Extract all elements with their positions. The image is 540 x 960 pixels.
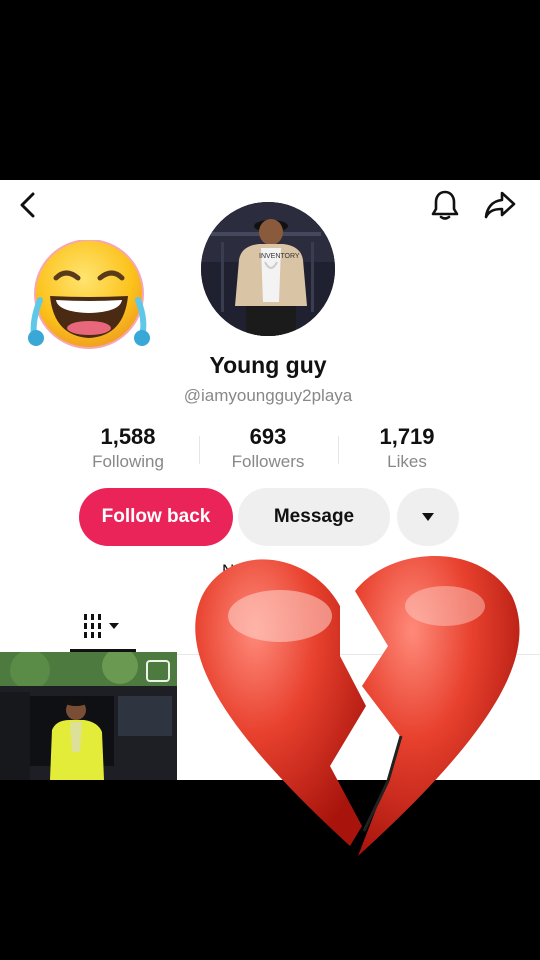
message-button[interactable]: Message [238,488,390,546]
share-button[interactable] [480,186,520,224]
stat-following[interactable]: 1,588 Following [58,424,198,472]
profile-avatar[interactable]: INVENTORY [201,202,335,336]
bell-icon [431,190,459,220]
grid-icon [84,614,119,638]
more-options-button[interactable] [397,488,459,546]
notification-bell-button[interactable] [426,186,464,224]
video-thumbnail[interactable] [0,652,177,780]
laughing-crying-emoji-overlay [28,240,150,349]
stat-followers-value: 693 [249,424,287,449]
avatar-shirt-text: INVENTORY [259,253,300,260]
caret-down-icon [422,513,434,521]
avatar-photo: INVENTORY [201,202,335,336]
stat-followers[interactable]: 693 Followers [198,424,338,472]
back-arrow-icon [20,192,35,218]
stat-likes[interactable]: 1,719 Likes [337,424,477,472]
stat-likes-label: Likes [387,452,427,471]
profile-name: Young guy [209,352,327,378]
follow-back-button[interactable]: Follow back [79,488,233,546]
share-icon [484,191,516,219]
profile-handle: @iamyoungguy2playa [183,386,353,405]
back-button[interactable] [10,188,46,222]
broken-heart-emoji-overlay [195,556,520,856]
stat-followers-label: Followers [231,452,305,471]
stat-following-value: 1,588 [100,424,156,449]
tab-videos[interactable] [70,600,134,652]
stat-likes-value: 1,719 [379,424,435,449]
stat-following-label: Following [92,452,164,471]
multi-photo-badge-icon [146,660,170,682]
